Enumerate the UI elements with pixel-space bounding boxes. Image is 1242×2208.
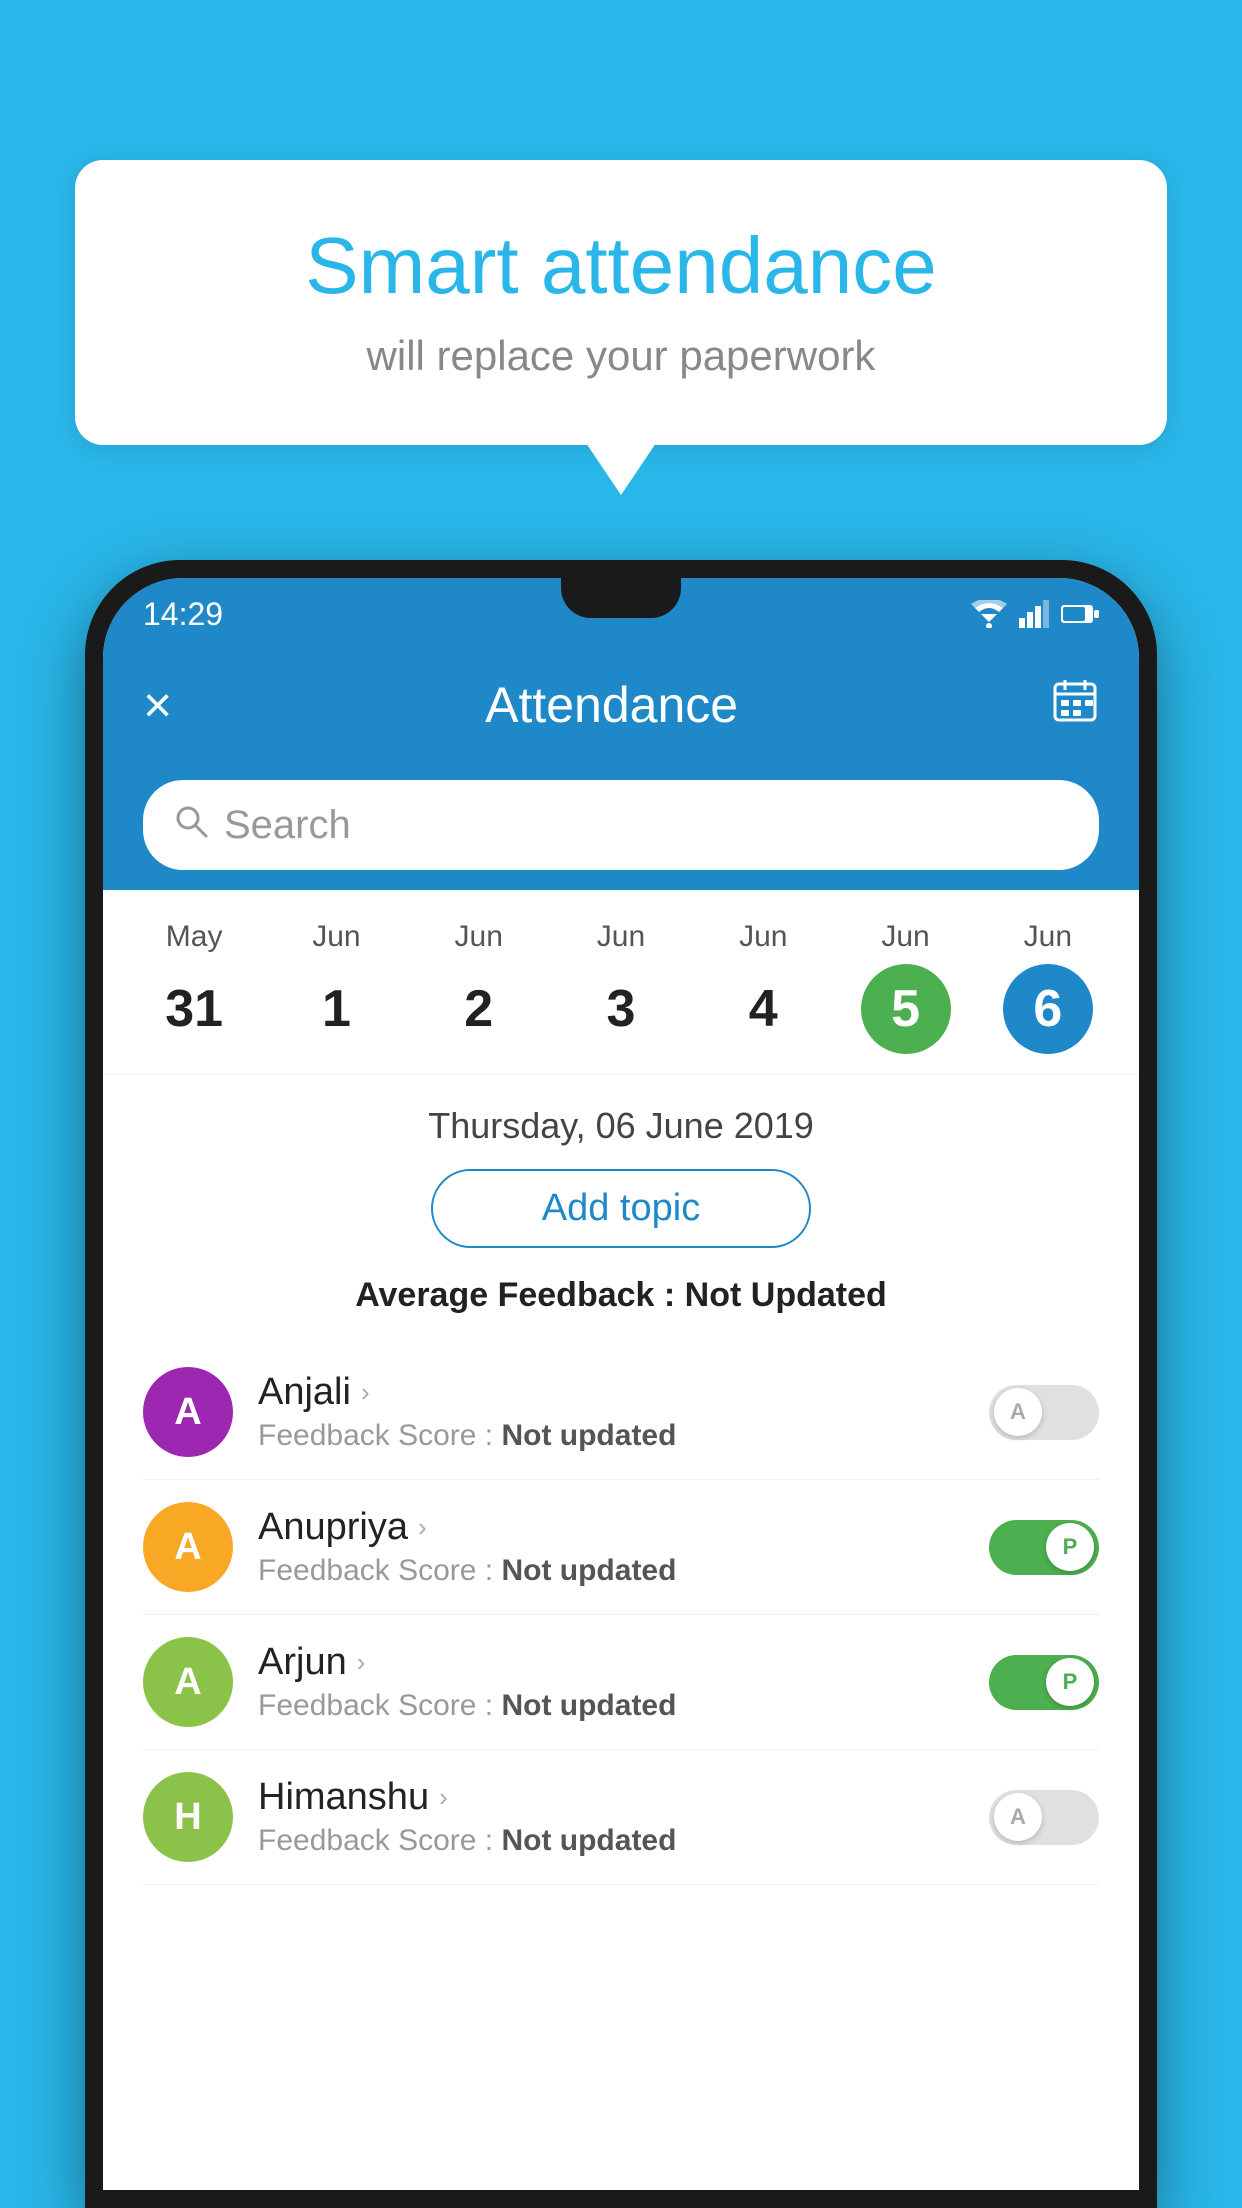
- calendar-day[interactable]: Jun2: [424, 920, 534, 1054]
- speech-bubble-subtitle: will replace your paperwork: [145, 332, 1097, 380]
- wifi-icon: [971, 600, 1007, 628]
- student-row[interactable]: AAnjali ›Feedback Score : Not updatedA: [143, 1345, 1099, 1480]
- date-header: Thursday, 06 June 2019: [143, 1105, 1099, 1147]
- status-icons: [971, 600, 1099, 628]
- calendar-day[interactable]: Jun4: [708, 920, 818, 1054]
- avg-feedback-value: Not Updated: [685, 1276, 887, 1314]
- calendar-day[interactable]: Jun3: [566, 920, 676, 1054]
- calendar-day[interactable]: Jun1: [281, 920, 391, 1054]
- app-bar-title: Attendance: [172, 676, 1051, 734]
- student-row[interactable]: AArjun ›Feedback Score : Not updatedP: [143, 1615, 1099, 1750]
- search-bar-container: Search: [103, 760, 1139, 890]
- speech-bubble-container: Smart attendance will replace your paper…: [75, 160, 1167, 445]
- search-icon: [173, 803, 209, 848]
- app-bar: × Attendance: [103, 650, 1139, 760]
- attendance-toggle[interactable]: P: [989, 1520, 1099, 1575]
- student-row[interactable]: AAnupriya ›Feedback Score : Not updatedP: [143, 1480, 1099, 1615]
- student-avatar: A: [143, 1367, 233, 1457]
- battery-icon: [1061, 603, 1099, 625]
- signal-icon: [1019, 600, 1049, 628]
- content-area: Thursday, 06 June 2019 Add topic Average…: [103, 1075, 1139, 1915]
- attendance-toggle[interactable]: A: [989, 1790, 1099, 1845]
- attendance-toggle[interactable]: P: [989, 1655, 1099, 1710]
- student-avatar: A: [143, 1637, 233, 1727]
- student-avatar: H: [143, 1772, 233, 1862]
- notch: [561, 578, 681, 618]
- avg-feedback-label: Average Feedback :: [355, 1276, 684, 1314]
- calendar-day[interactable]: May31: [139, 920, 249, 1054]
- add-topic-button[interactable]: Add topic: [431, 1169, 811, 1248]
- student-avatar: A: [143, 1502, 233, 1592]
- attendance-toggle[interactable]: A: [989, 1385, 1099, 1440]
- student-row[interactable]: HHimanshu ›Feedback Score : Not updatedA: [143, 1750, 1099, 1885]
- close-button[interactable]: ×: [143, 676, 172, 734]
- calendar-day[interactable]: Jun5: [851, 920, 961, 1054]
- phone-frame: 14:29: [85, 560, 1157, 2208]
- phone-inner: 14:29: [103, 578, 1139, 2190]
- calendar-icon[interactable]: [1051, 676, 1099, 734]
- speech-bubble: Smart attendance will replace your paper…: [75, 160, 1167, 445]
- status-time: 14:29: [143, 596, 223, 633]
- student-list: AAnjali ›Feedback Score : Not updatedAAA…: [143, 1345, 1099, 1885]
- search-input[interactable]: Search: [224, 803, 351, 848]
- calendar-strip: May31 Jun1 Jun2 Jun3 Jun4 Jun5 Jun6: [103, 890, 1139, 1075]
- calendar-day[interactable]: Jun6: [993, 920, 1103, 1054]
- speech-bubble-title: Smart attendance: [145, 220, 1097, 312]
- search-bar[interactable]: Search: [143, 780, 1099, 870]
- avg-feedback: Average Feedback : Not Updated: [143, 1276, 1099, 1315]
